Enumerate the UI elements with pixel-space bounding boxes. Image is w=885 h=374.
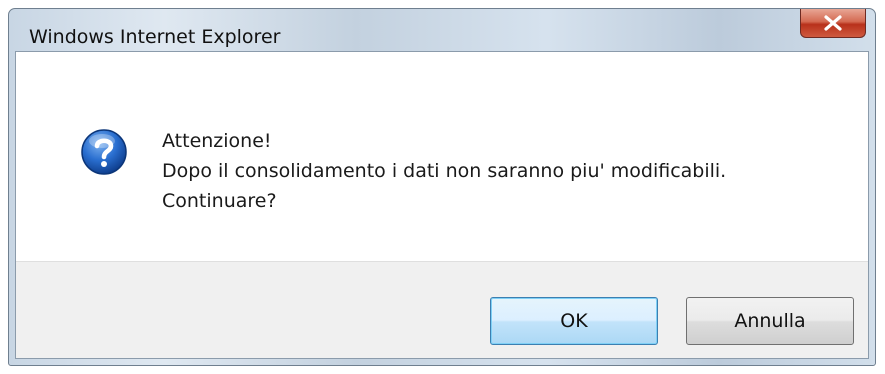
window-title: Windows Internet Explorer	[29, 26, 281, 48]
message-line-heading: Attenzione!	[162, 130, 272, 152]
button-bar: OK Annulla	[16, 261, 868, 358]
message-line-body: Dopo il consolidamento i dati non sarann…	[162, 160, 727, 182]
ok-button[interactable]: OK	[490, 297, 658, 345]
message-area: Attenzione! Dopo il consolidamento i dat…	[16, 52, 868, 264]
message-text: Attenzione! Dopo il consolidamento i dat…	[162, 126, 726, 216]
close-button[interactable]	[800, 9, 866, 38]
dialog-window: Windows Internet Explorer Attenzione! Do…	[8, 8, 876, 366]
cancel-button[interactable]: Annulla	[686, 297, 854, 345]
dialog-client-area: Attenzione! Dopo il consolidamento i dat…	[15, 51, 869, 359]
message-line-question: Continuare?	[162, 190, 277, 212]
close-icon	[822, 15, 844, 31]
question-icon	[80, 128, 128, 176]
